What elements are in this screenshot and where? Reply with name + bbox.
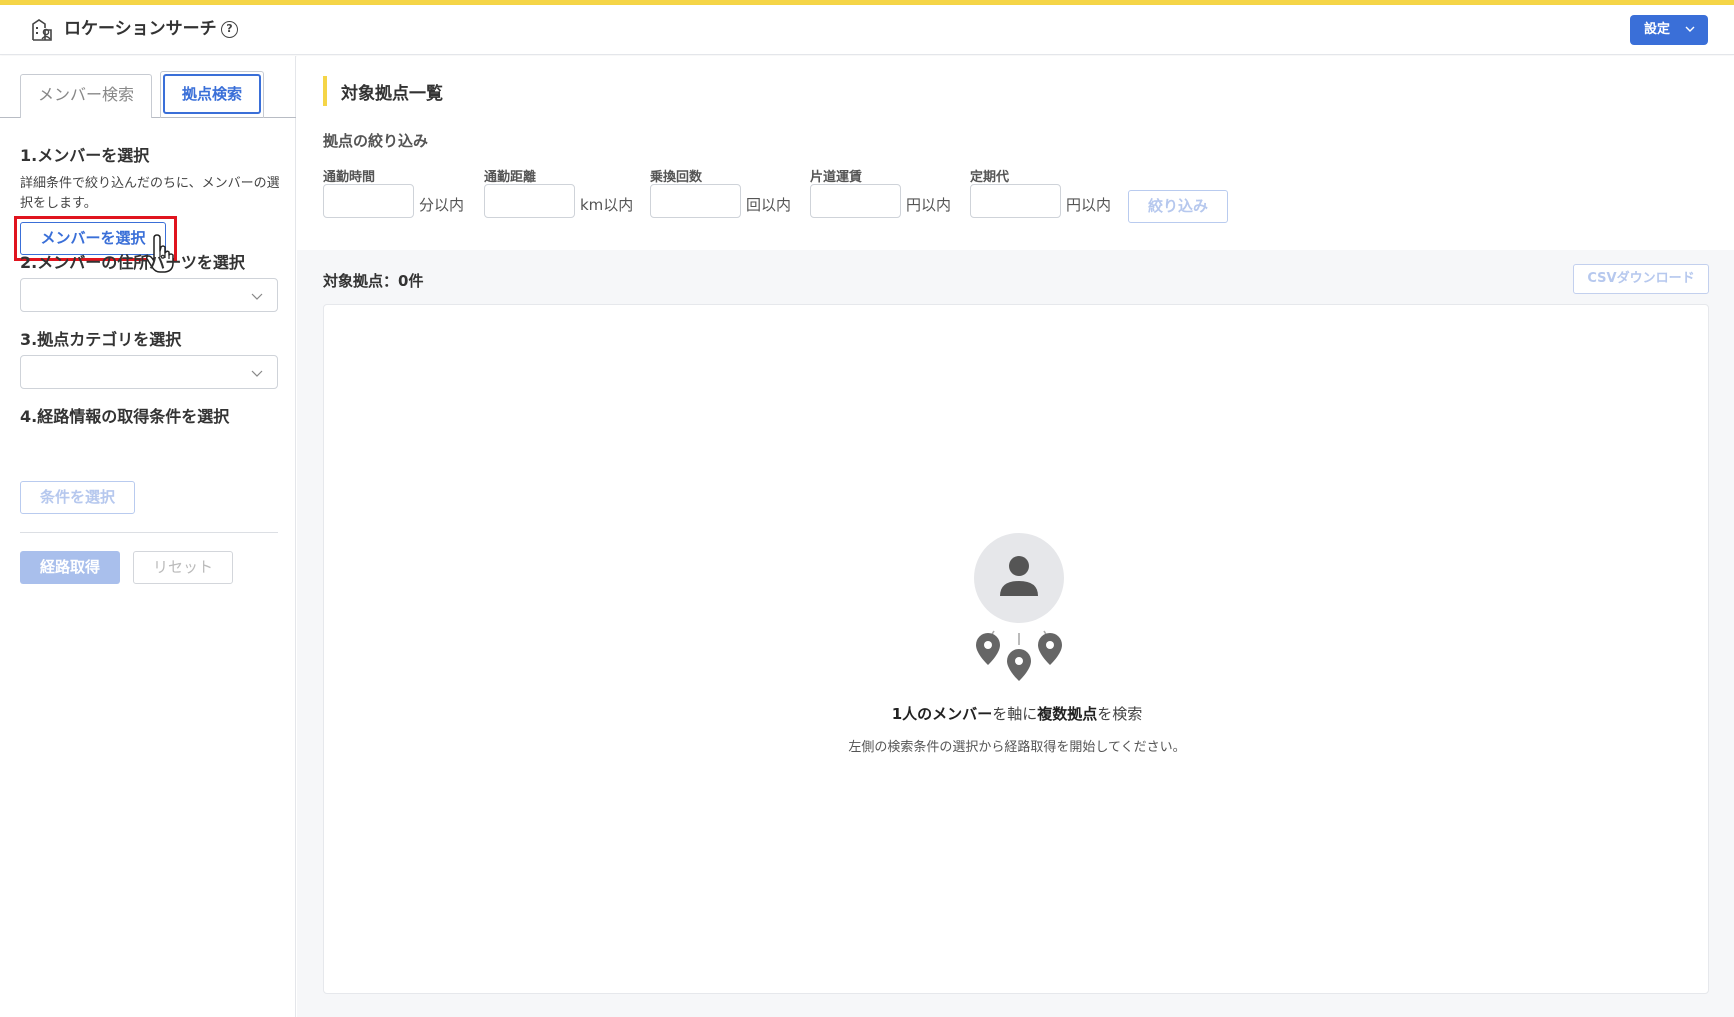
- tab-member-search[interactable]: メンバー検索: [20, 74, 152, 118]
- page-title: 対象拠点一覧: [341, 84, 443, 104]
- main-content: 対象拠点一覧 拠点の絞り込み 通勤時間 分以内 通勤距離 km以内 乗換回数 回…: [297, 56, 1734, 1017]
- step2-title: 2.メンバーの住所パーツを選択: [20, 253, 245, 272]
- apply-filter-button[interactable]: 絞り込み: [1128, 190, 1228, 223]
- empty-state-subtitle: 左側の検索条件の選択から経路取得を開始してください。: [848, 740, 1186, 755]
- reset-button[interactable]: リセット: [133, 551, 233, 584]
- filter-unit: km以内: [580, 196, 634, 214]
- empty-title-emphasis-1: 1人のメンバー: [891, 705, 993, 723]
- commuter-pass-input[interactable]: [970, 184, 1061, 218]
- results-area: 対象拠点：0件 CSVダウンロード 1人のメンバーを軸に複数拠点を検索 左側の検…: [297, 250, 1734, 1017]
- empty-title-text-1: を軸に: [992, 705, 1038, 723]
- filter-unit: 円以内: [1066, 196, 1112, 214]
- filter-unit: 円以内: [906, 196, 952, 214]
- step1-description: 詳細条件で絞り込んだのちに、メンバーの選択をします。: [20, 176, 280, 211]
- tab-location-search[interactable]: 拠点検索: [163, 74, 261, 114]
- address-part-select[interactable]: [20, 278, 278, 312]
- settings-button-label: 設定: [1644, 22, 1671, 37]
- commute-distance-input[interactable]: [484, 184, 575, 218]
- one-way-fare-input[interactable]: [810, 184, 901, 218]
- chevron-down-icon: [251, 293, 263, 300]
- help-icon[interactable]: ?: [221, 21, 238, 38]
- empty-state-title: 1人のメンバーを軸に複数拠点を検索: [324, 703, 1710, 724]
- chevron-down-icon: [251, 370, 263, 377]
- get-route-button[interactable]: 経路取得: [20, 551, 120, 584]
- filter-unit: 分以内: [419, 196, 465, 214]
- filter-section-title: 拠点の絞り込み: [323, 132, 429, 150]
- chevron-down-icon: [1685, 26, 1695, 32]
- section-accent-bar: [323, 76, 327, 106]
- step1-title: 1.メンバーを選択: [20, 146, 150, 165]
- filter-unit: 回以内: [746, 196, 792, 214]
- results-panel: 1人のメンバーを軸に複数拠点を検索 左側の検索条件の選択から経路取得を開始してく…: [323, 304, 1709, 994]
- building-icon: [32, 19, 52, 41]
- filter-label: 通勤距離: [484, 170, 537, 185]
- filter-label: 通勤時間: [323, 170, 376, 185]
- results-count: 対象拠点：0件: [323, 272, 424, 290]
- app-title: ロケーションサーチ: [64, 19, 217, 39]
- location-category-select[interactable]: [20, 355, 278, 389]
- search-mode-tabs: メンバー検索 拠点検索: [0, 71, 296, 118]
- sidebar-divider: [20, 532, 278, 533]
- empty-title-text-2: を検索: [1097, 705, 1143, 723]
- empty-title-emphasis-2: 複数拠点: [1037, 705, 1098, 723]
- csv-download-button[interactable]: CSVダウンロード: [1573, 264, 1709, 294]
- member-locations-illustration-icon: [974, 533, 1064, 681]
- app-header: ロケーションサーチ ? 設定: [0, 5, 1734, 55]
- commute-time-input[interactable]: [323, 184, 414, 218]
- sidebar: メンバー検索 拠点検索 1.メンバーを選択 詳細条件で絞り込んだのちに、メンバー…: [0, 56, 296, 1017]
- filter-label: 定期代: [970, 170, 1010, 185]
- step4-title: 4.経路情報の取得条件を選択: [20, 407, 230, 426]
- step3-title: 3.拠点カテゴリを選択: [20, 330, 182, 349]
- settings-button[interactable]: 設定: [1630, 15, 1708, 45]
- select-conditions-button[interactable]: 条件を選択: [20, 481, 135, 514]
- transfers-input[interactable]: [650, 184, 741, 218]
- filter-label: 乗換回数: [650, 170, 703, 185]
- filter-label: 片道運賃: [810, 170, 863, 185]
